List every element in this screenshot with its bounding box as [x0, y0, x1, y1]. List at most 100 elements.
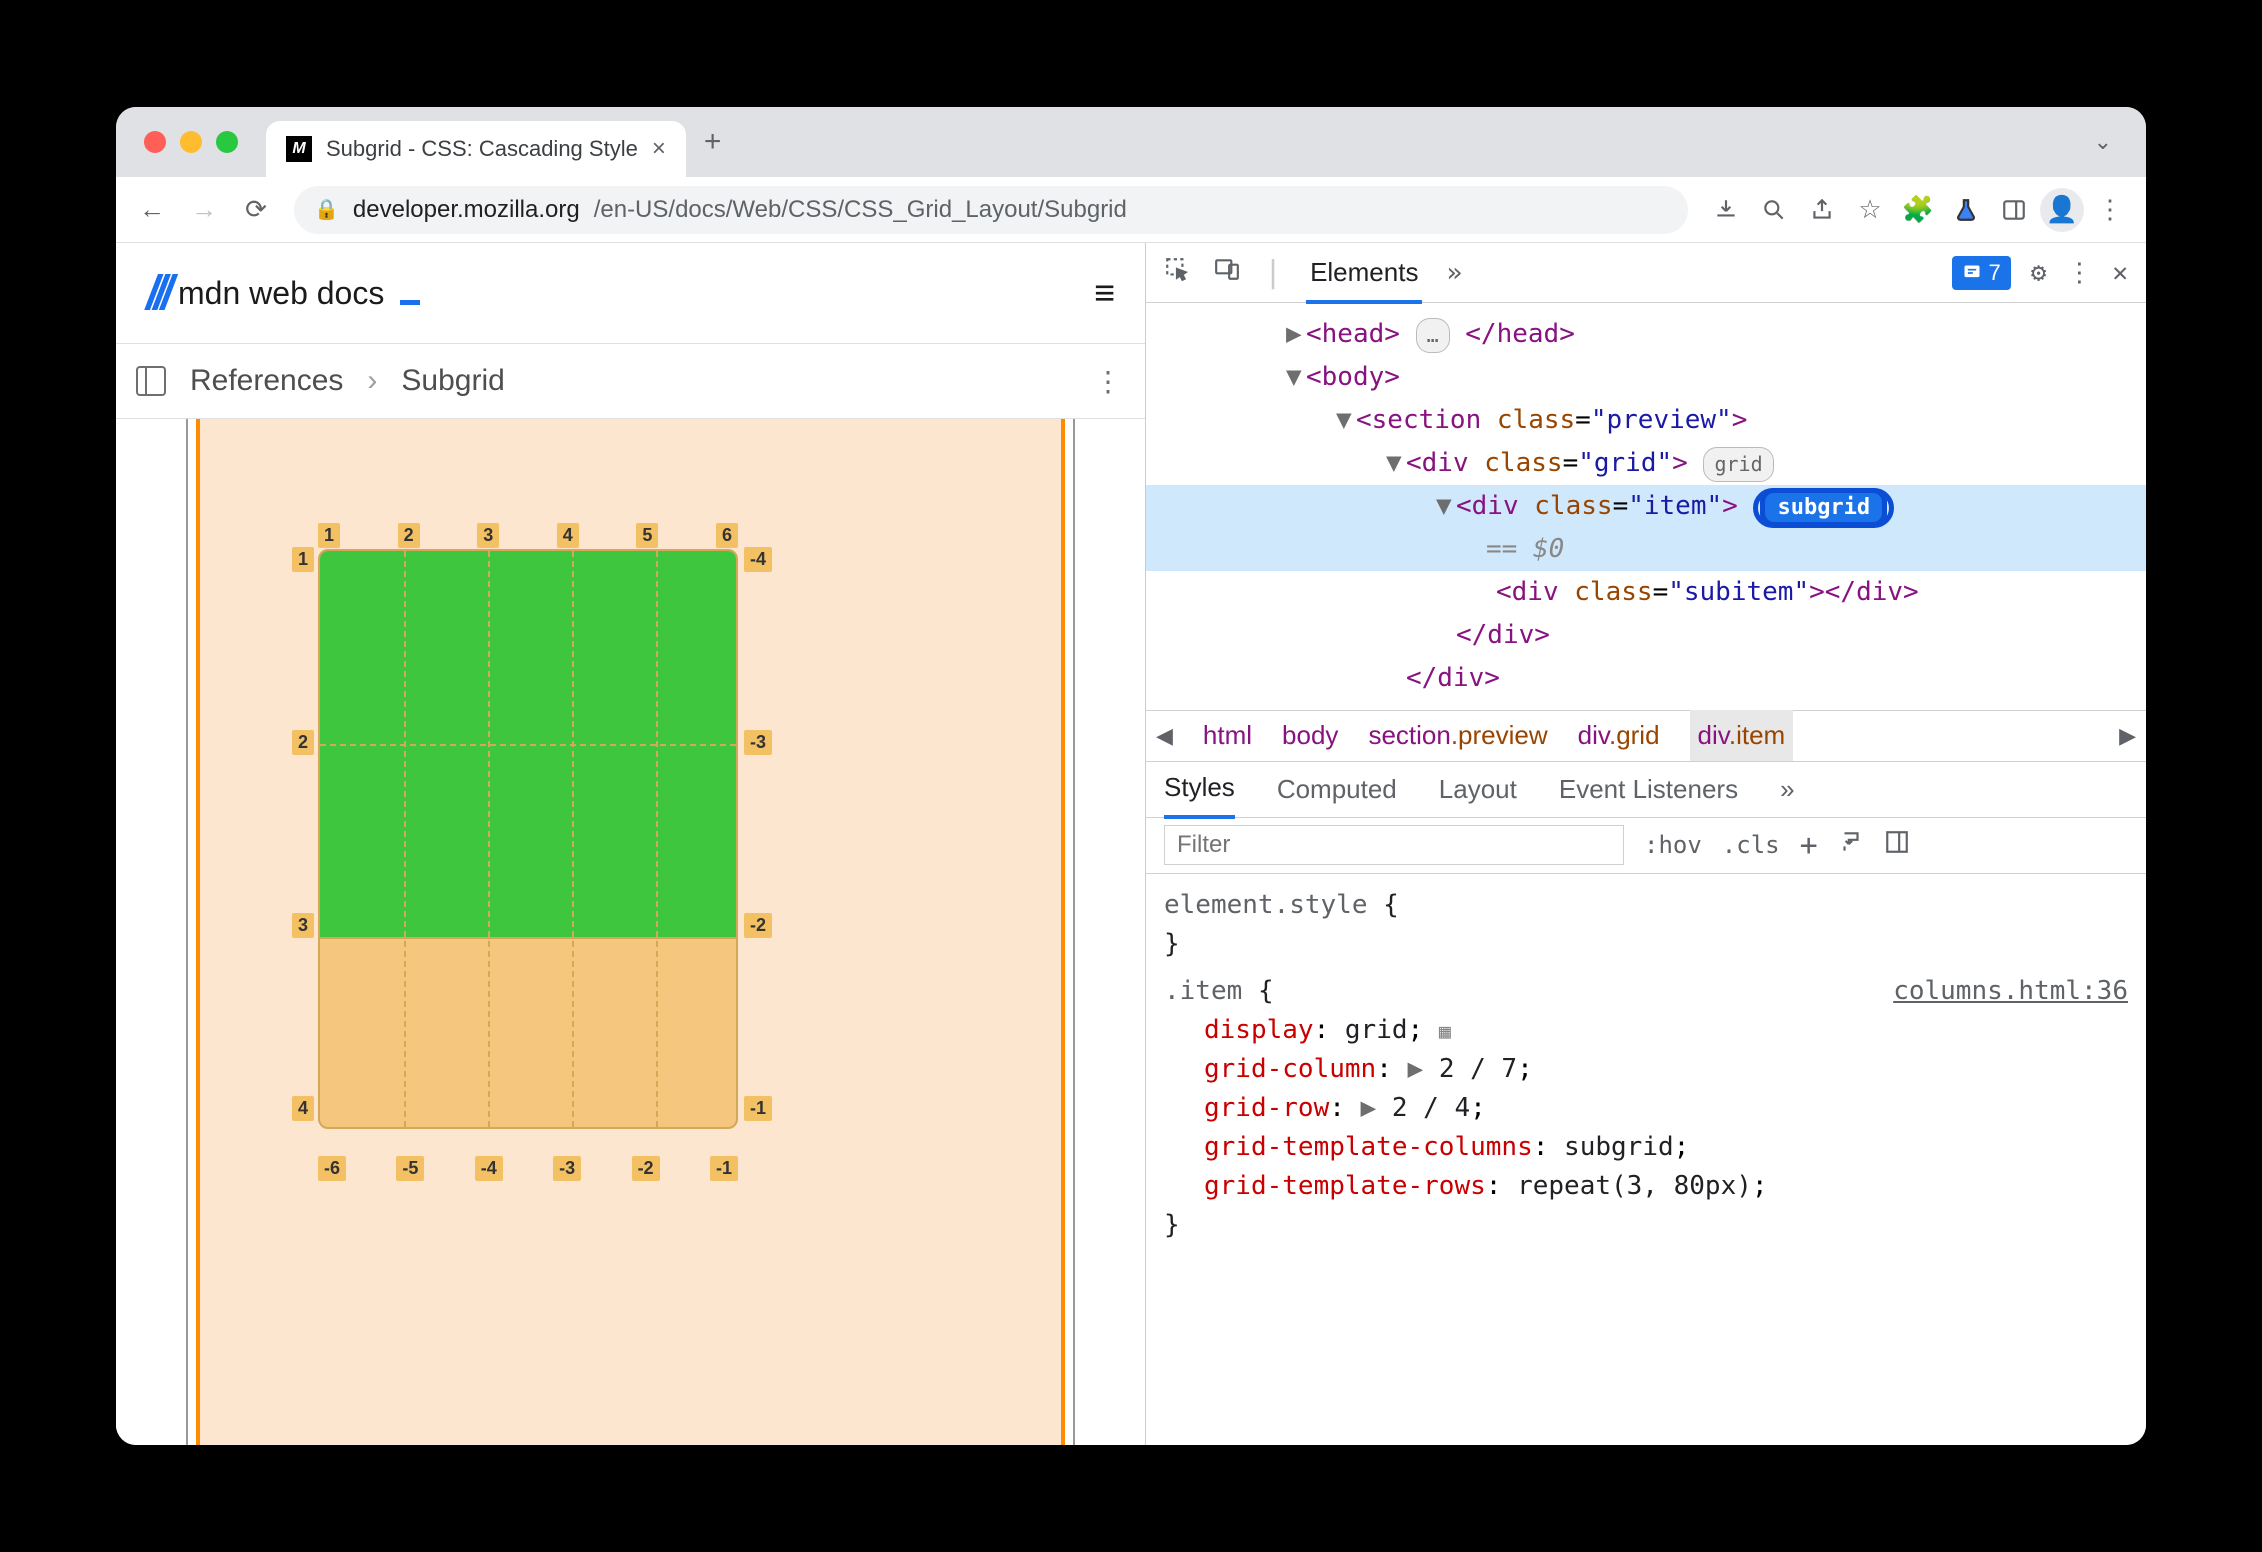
dom-tree[interactable]: ▶<head> … </head> ▼<body> ▼<section clas…: [1146, 303, 2146, 710]
browser-tab[interactable]: M Subgrid - CSS: Cascading Style ×: [266, 121, 686, 177]
more-tabs-icon[interactable]: »: [1780, 762, 1794, 817]
grid-label: -3: [553, 1156, 581, 1181]
menu-icon[interactable]: ⋮: [2088, 188, 2132, 232]
page-panel: /// mdn web docs ≡ References › Subgrid …: [116, 243, 1146, 1445]
maximize-window-button[interactable]: [216, 131, 238, 153]
grid-label: 2: [398, 523, 420, 548]
issues-badge[interactable]: 7: [1952, 256, 2010, 290]
dom-breadcrumb: ◀ html body section.preview div.grid div…: [1146, 710, 2146, 762]
crumb-body[interactable]: body: [1282, 720, 1338, 751]
source-link[interactable]: columns.html:36: [1893, 972, 2128, 1011]
window-controls: [144, 131, 238, 153]
grid-label: -2: [632, 1156, 660, 1181]
device-icon[interactable]: [1214, 256, 1240, 289]
breadcrumb-references[interactable]: References: [190, 364, 343, 398]
selected-dom-node[interactable]: ▼<div class="item"> subgrid == $0: [1146, 485, 2146, 571]
crumb-item[interactable]: div.item: [1690, 710, 1794, 761]
url-path: /en-US/docs/Web/CSS/CSS_Grid_Layout/Subg…: [594, 196, 1127, 224]
toolbar-icons: ☆ 🧩 👤 ⋮: [1704, 188, 2132, 232]
forward-button[interactable]: →: [182, 188, 226, 232]
crumb-grid[interactable]: div.grid: [1578, 720, 1660, 751]
tab-elements[interactable]: Elements: [1306, 243, 1422, 302]
content-area: /// mdn web docs ≡ References › Subgrid …: [116, 243, 2146, 1445]
address-bar: ← → ⟳ 🔒 developer.mozilla.org/en-US/docs…: [116, 177, 2146, 243]
styles-tabs: Styles Computed Layout Event Listeners »: [1146, 762, 2146, 818]
inspect-icon[interactable]: [1164, 256, 1190, 289]
close-window-button[interactable]: [144, 131, 166, 153]
favicon-icon: M: [286, 136, 312, 162]
grid-label: -1: [710, 1156, 738, 1181]
cls-button[interactable]: .cls: [1722, 831, 1780, 859]
grid-label: -4: [744, 547, 772, 572]
css-rules[interactable]: element.style { } .item {columns.html:36…: [1146, 874, 2146, 1257]
grid-label: 1: [292, 547, 314, 572]
panel-toggle-icon[interactable]: [1884, 829, 1910, 861]
kebab-icon[interactable]: ⋮: [2066, 258, 2092, 288]
grid-label: -3: [744, 730, 772, 755]
styles-filter-bar: :hov .cls +: [1146, 818, 2146, 874]
grid-box: [318, 549, 738, 1129]
url-input[interactable]: 🔒 developer.mozilla.org/en-US/docs/Web/C…: [294, 186, 1688, 234]
grid-label: 5: [636, 523, 658, 548]
grid-label: -2: [744, 913, 772, 938]
chevron-right-icon[interactable]: ▶: [2119, 723, 2136, 749]
extensions-icon[interactable]: 🧩: [1896, 188, 1940, 232]
breadcrumb: References › Subgrid ⋮: [116, 343, 1145, 419]
hamburger-icon[interactable]: ≡: [1094, 272, 1115, 314]
browser-window: M Subgrid - CSS: Cascading Style × + ⌄ ←…: [116, 107, 2146, 1445]
new-rule-icon[interactable]: +: [1800, 828, 1818, 863]
chevron-left-icon[interactable]: ◀: [1156, 723, 1173, 749]
crumb-section[interactable]: section.preview: [1368, 720, 1547, 751]
tab-title: Subgrid - CSS: Cascading Style: [326, 136, 638, 162]
tab-computed[interactable]: Computed: [1277, 762, 1397, 817]
breadcrumb-current: Subgrid: [401, 364, 504, 398]
grid-label: 4: [292, 1096, 314, 1121]
tab-styles[interactable]: Styles: [1164, 760, 1235, 819]
tab-bar: M Subgrid - CSS: Cascading Style × + ⌄: [116, 107, 2146, 177]
format-icon[interactable]: [1838, 829, 1864, 861]
profile-icon[interactable]: 👤: [2040, 188, 2084, 232]
mdn-logo-icon: ///: [146, 266, 168, 321]
panel-icon[interactable]: [1992, 188, 2036, 232]
mdn-logo-text: mdn web docs: [178, 275, 384, 312]
gear-icon[interactable]: ⚙: [2031, 258, 2047, 288]
mdn-underscore-icon: [400, 282, 420, 305]
grid-label: -5: [396, 1156, 424, 1181]
grid-label: 6: [716, 523, 738, 548]
page-body: 1 2 3 4 5 6 1 2 3 4: [116, 419, 1145, 1445]
bookmark-icon[interactable]: ☆: [1848, 188, 1892, 232]
share-icon[interactable]: [1800, 188, 1844, 232]
zoom-icon[interactable]: [1752, 188, 1796, 232]
tab-layout[interactable]: Layout: [1439, 762, 1517, 817]
reload-button[interactable]: ⟳: [234, 188, 278, 232]
close-icon[interactable]: ✕: [2112, 258, 2128, 288]
tabs-dropdown-icon[interactable]: ⌄: [2094, 129, 2112, 155]
more-icon[interactable]: ⋮: [1094, 365, 1125, 398]
grid-label: 1: [318, 523, 340, 548]
flask-icon[interactable]: [1944, 188, 1988, 232]
url-host: developer.mozilla.org: [353, 196, 580, 224]
crumb-html[interactable]: html: [1203, 720, 1252, 751]
mdn-logo[interactable]: /// mdn web docs: [146, 266, 420, 321]
grid-label: -6: [318, 1156, 346, 1181]
back-button[interactable]: ←: [130, 188, 174, 232]
devtools-panel: | Elements » 7 ⚙ ⋮ ✕ ▶<head> … </head> ▼…: [1146, 243, 2146, 1445]
sidebar-toggle-icon[interactable]: [136, 366, 166, 396]
lock-icon: 🔒: [314, 197, 339, 222]
grid-overlay: 1 2 3 4 5 6 1 2 3 4: [318, 549, 738, 1129]
subgrid-badge[interactable]: subgrid: [1760, 488, 1887, 527]
tab-event-listeners[interactable]: Event Listeners: [1559, 762, 1738, 817]
minimize-window-button[interactable]: [180, 131, 202, 153]
grid-swatch-icon[interactable]: ▦: [1439, 1019, 1451, 1043]
grid-label: 3: [292, 913, 314, 938]
close-tab-icon[interactable]: ×: [652, 135, 666, 163]
more-tabs-icon[interactable]: »: [1446, 258, 1462, 288]
new-tab-button[interactable]: +: [704, 125, 722, 159]
grid-label: -1: [744, 1096, 772, 1121]
devtools-toolbar: | Elements » 7 ⚙ ⋮ ✕: [1146, 243, 2146, 303]
grid-label: 4: [557, 523, 579, 548]
filter-input[interactable]: [1164, 825, 1624, 865]
install-icon[interactable]: [1704, 188, 1748, 232]
hov-button[interactable]: :hov: [1644, 831, 1702, 859]
grid-label: 3: [477, 523, 499, 548]
